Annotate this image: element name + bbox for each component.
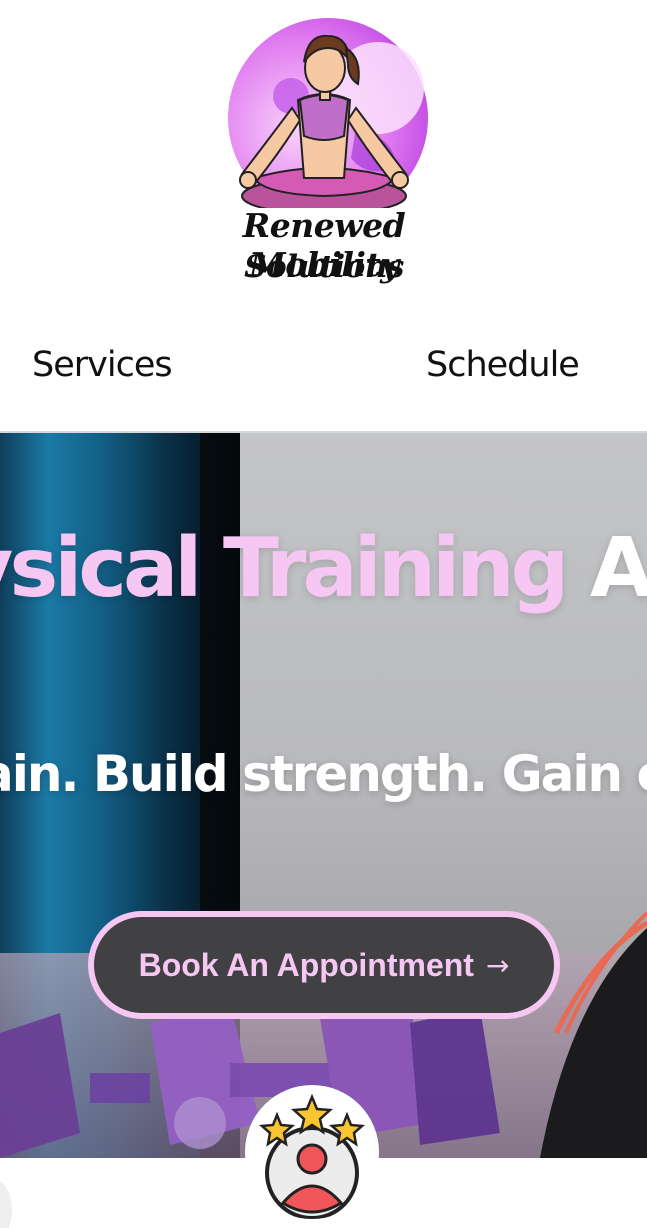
brand-name-line2: Solutions <box>244 249 404 285</box>
hero-title: ysical Training Ap <box>0 521 647 616</box>
brand-logo[interactable]: Renewed Mobility Solutions <box>196 18 452 286</box>
review-badge <box>245 1085 379 1219</box>
hero-subtitle: ain. Build strength. Gain con <box>0 745 647 803</box>
site-header: Renewed Mobility Solutions Services Sche… <box>0 0 647 433</box>
arrow-right-icon: → <box>485 948 510 982</box>
hero-section: ysical Training Ap ain. Build strength. … <box>0 433 647 1158</box>
hero-title-rest: Ap <box>589 521 647 616</box>
hero-title-highlight: ysical Training <box>0 521 569 616</box>
yoga-figure-logo-icon <box>228 18 428 208</box>
nav-services-link[interactable]: Services <box>32 345 173 385</box>
nav-schedule-link[interactable]: Schedule <box>426 345 580 385</box>
review-stars-icon <box>258 1093 366 1219</box>
book-appointment-label: Book An Appointment <box>138 946 474 983</box>
partial-circle-decoration <box>0 1180 12 1228</box>
book-appointment-button[interactable]: Book An Appointment → <box>88 911 560 1019</box>
